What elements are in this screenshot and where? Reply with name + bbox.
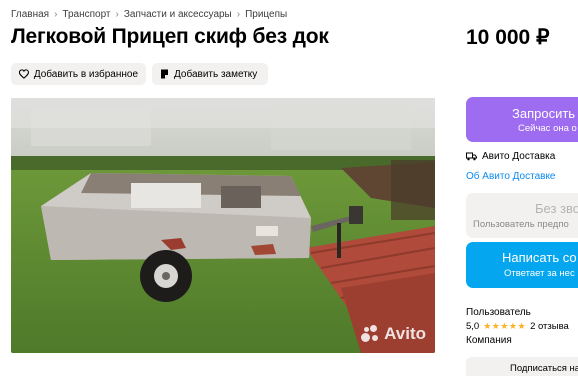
breadcrumb-trailers[interactable]: Прицепы xyxy=(245,9,287,20)
request-button-label: Запросить д xyxy=(512,106,578,121)
rating-value: 5,0 xyxy=(466,321,480,332)
chevron-right-icon: › xyxy=(236,9,241,20)
avito-logo-icon xyxy=(359,324,381,344)
add-to-favorites-button[interactable]: Добавить в избранное xyxy=(11,63,146,85)
note-icon xyxy=(161,69,168,79)
seller-rating: 5,0 ★★★★★ 2 отзыва xyxy=(466,321,569,332)
about-delivery-link[interactable]: Об Авито Доставке xyxy=(466,171,556,182)
add-note-label: Добавить заметку xyxy=(174,68,258,80)
reviews-link[interactable]: 2 отзыва xyxy=(530,321,569,332)
listing-photo[interactable]: Avito xyxy=(11,98,435,353)
subscribe-button[interactable]: Подписаться на п xyxy=(466,357,578,376)
delivery-label: Авито Доставка xyxy=(482,151,556,162)
breadcrumb-parts[interactable]: Запчасти и аксессуары xyxy=(124,9,232,20)
avito-watermark-text: Avito xyxy=(384,324,426,343)
add-to-favorites-label: Добавить в избранное xyxy=(33,68,138,80)
call-button[interactable]: Без зво Пользователь предпо xyxy=(466,193,578,238)
seller-type: Компания xyxy=(466,335,512,346)
message-seller-button[interactable]: Написать со Ответает за нес xyxy=(466,242,578,288)
request-button-sublabel: Сейчас она о xyxy=(518,123,577,134)
truck-icon xyxy=(466,152,477,161)
breadcrumb: Главная › Транспорт › Запчасти и аксессу… xyxy=(11,9,287,20)
trailer-photo-image xyxy=(11,98,435,353)
seller-name[interactable]: Пользователь xyxy=(466,307,531,318)
message-button-label: Написать со xyxy=(502,250,577,265)
message-button-sublabel: Ответает за нес xyxy=(504,268,575,279)
chevron-right-icon: › xyxy=(54,9,58,20)
listing-price: 10 000 ₽ xyxy=(466,26,550,49)
chevron-right-icon: › xyxy=(115,9,119,20)
call-button-label: Без зво xyxy=(535,201,578,216)
heart-icon xyxy=(19,69,29,79)
rating-stars-icon: ★★★★★ xyxy=(483,321,527,331)
add-note-button[interactable]: Добавить заметку xyxy=(152,63,268,85)
avito-watermark: Avito xyxy=(359,324,426,344)
breadcrumb-transport[interactable]: Транспорт xyxy=(62,9,110,20)
breadcrumb-home[interactable]: Главная xyxy=(11,9,49,20)
page-title: Легковой Прицеп скиф без док xyxy=(11,25,329,48)
request-button[interactable]: Запросить д Сейчас она о xyxy=(466,97,578,142)
call-button-sublabel: Пользователь предпо xyxy=(473,219,569,230)
delivery-info: Авито Доставка xyxy=(466,151,555,162)
